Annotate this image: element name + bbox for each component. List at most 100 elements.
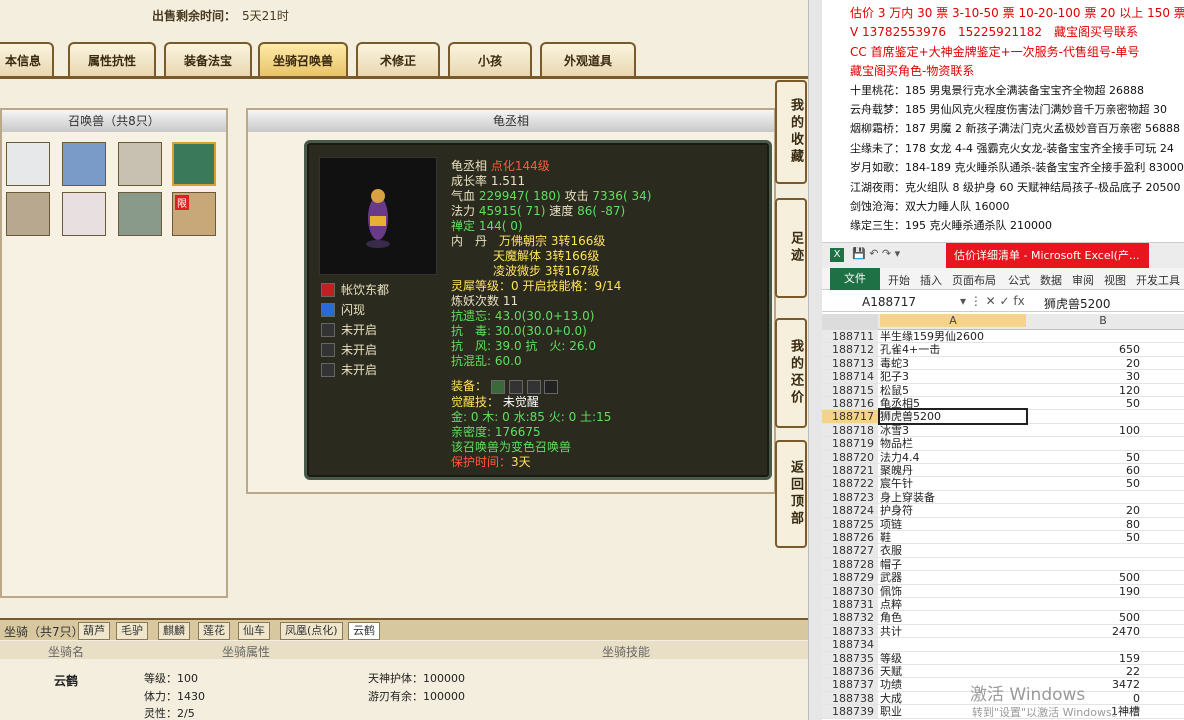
mount-tab-2[interactable]: 毛驴 [116, 622, 148, 640]
table-row[interactable]: 188727 衣服 [822, 544, 1184, 558]
cell-a[interactable]: 帽子 [880, 558, 1026, 571]
cell-a[interactable]: 点粹 [880, 598, 1026, 611]
cell-b[interactable]: 20 [1028, 504, 1140, 517]
table-row[interactable]: 188723 身上穿装备 [822, 490, 1184, 505]
cell-a[interactable]: 护身符 [880, 504, 1026, 517]
equip-slot-3-icon[interactable] [526, 379, 541, 394]
row-number[interactable]: 188717 [822, 410, 878, 423]
table-row[interactable]: 188721 聚魄丹 60 [822, 464, 1184, 478]
cell-a[interactable]: 冰雪3 [880, 424, 1026, 437]
mount-tab-1[interactable]: 葫芦 [78, 622, 110, 640]
table-row[interactable]: 188732 角色 500 [822, 611, 1184, 625]
summon-thumb-1[interactable] [6, 142, 50, 186]
pet-skill-4[interactable]: 未开启 [321, 341, 377, 358]
row-number[interactable]: 188737 [822, 678, 878, 691]
cell-b[interactable]: 2470 [1028, 625, 1140, 638]
table-row[interactable]: 188722 宸午针 50 [822, 477, 1184, 491]
cell-a[interactable]: 毒蛇3 [880, 357, 1026, 370]
row-number[interactable]: 188712 [822, 343, 878, 356]
row-number[interactable]: 188720 [822, 450, 878, 464]
cell-a[interactable]: 孔雀4+一击 [880, 343, 1026, 356]
equip-slot-2-icon[interactable] [508, 379, 523, 394]
cell-a[interactable]: 龟丞相5 [880, 397, 1026, 410]
equip-slot-4-icon[interactable] [544, 379, 559, 394]
row-number[interactable]: 188727 [822, 544, 878, 557]
mount-tab-5[interactable]: 仙车 [238, 622, 270, 640]
row-number[interactable]: 188725 [822, 517, 878, 531]
row-number[interactable]: 188733 [822, 624, 878, 638]
ribbon-developer[interactable]: 开发工具 [1136, 272, 1180, 288]
ribbon-review[interactable]: 审阅 [1072, 272, 1094, 288]
table-row[interactable]: 188735 等级 159 [822, 651, 1184, 665]
table-row[interactable]: 188726 鞋 50 [822, 531, 1184, 545]
cell-a[interactable]: 佩饰 [880, 585, 1026, 598]
ribbon-layout[interactable]: 页面布局 [952, 272, 996, 288]
cell-b[interactable]: 30 [1028, 370, 1140, 383]
quick-access-icons[interactable]: 💾 ↶ ↷ ▾ [852, 247, 900, 260]
row-number[interactable]: 188713 [822, 356, 878, 370]
select-all-corner[interactable] [822, 314, 878, 330]
col-header-a[interactable]: A [880, 314, 1026, 327]
cell-b[interactable]: 50 [1028, 397, 1140, 410]
row-number[interactable]: 188718 [822, 423, 878, 437]
my-counter-offer-button[interactable]: 我的还价 [775, 318, 807, 428]
table-row[interactable]: 188734 [822, 638, 1184, 652]
table-row[interactable]: 188717 狮虎兽5200 [822, 408, 1184, 426]
cell-b[interactable]: 190 [1028, 585, 1140, 598]
tab-equipment[interactable]: 装备法宝 [164, 42, 252, 76]
cell-b[interactable]: 120 [1028, 384, 1140, 397]
cell-b[interactable]: 50 [1028, 477, 1140, 490]
formula-input[interactable]: 狮虎兽5200 [1044, 295, 1111, 312]
cell-b[interactable]: 500 [1028, 611, 1140, 624]
pet-skill-2[interactable]: 闪现 [321, 301, 365, 318]
table-row[interactable]: 188736 天赋 22 [822, 665, 1184, 679]
table-row[interactable]: 188731 点粹 [822, 598, 1184, 612]
summon-thumb-4[interactable] [172, 142, 216, 186]
table-row[interactable]: 188716 龟丞相5 50 [822, 397, 1184, 411]
my-favorites-button[interactable]: 我的收藏 [775, 80, 807, 184]
row-number[interactable]: 188736 [822, 665, 878, 678]
row-number[interactable]: 188719 [822, 437, 878, 450]
tab-attributes[interactable]: 属性抗性 [68, 42, 156, 76]
ribbon-home[interactable]: 开始 [888, 272, 910, 288]
cell-a[interactable]: 身上穿装备 [880, 491, 1026, 504]
cell-a[interactable]: 松鼠5 [880, 384, 1026, 397]
row-number[interactable]: 188723 [822, 490, 878, 504]
row-number[interactable]: 188728 [822, 557, 878, 571]
pet-skill-3[interactable]: 未开启 [321, 321, 377, 338]
summon-thumb-8[interactable]: 限 [172, 192, 216, 236]
mount-tab-7[interactable]: 云鹤 [348, 622, 380, 640]
table-row[interactable]: 188733 共计 2470 [822, 624, 1184, 639]
table-row[interactable]: 188715 松鼠5 120 [822, 383, 1184, 397]
cell-a[interactable]: 宸午针 [880, 477, 1026, 490]
row-number[interactable]: 188711 [822, 330, 878, 343]
cell-a[interactable]: 天赋 [880, 665, 1026, 678]
row-number[interactable]: 188730 [822, 584, 878, 598]
col-header-b[interactable]: B [1028, 314, 1178, 327]
row-number[interactable]: 188716 [822, 397, 878, 410]
summon-thumb-6[interactable] [62, 192, 106, 236]
mount-tab-3[interactable]: 麒麟 [158, 622, 190, 640]
cell-b[interactable]: 80 [1028, 518, 1140, 531]
cell-a[interactable]: 物品栏 [880, 437, 1026, 450]
table-row[interactable]: 188712 孔雀4+一击 650 [822, 343, 1184, 357]
cell-a[interactable]: 聚魄丹 [880, 464, 1026, 477]
cell-b[interactable]: 20 [1028, 357, 1140, 370]
cell-b[interactable]: 50 [1028, 531, 1140, 544]
cell-a[interactable]: 共计 [880, 625, 1026, 638]
table-row[interactable]: 188724 护身符 20 [822, 504, 1184, 518]
summon-thumb-2[interactable] [62, 142, 106, 186]
table-row[interactable]: 188725 项链 80 [822, 517, 1184, 531]
row-number[interactable]: 188721 [822, 464, 878, 477]
tab-mounts-summons[interactable]: 坐骑召唤兽 [258, 42, 348, 76]
cell-b[interactable]: 500 [1028, 571, 1140, 584]
row-number[interactable]: 188726 [822, 531, 878, 544]
vertical-scrollbar[interactable] [808, 0, 822, 720]
cell-b[interactable]: 159 [1028, 652, 1140, 665]
cell-a[interactable]: 半生缘159男仙2600 [880, 330, 1026, 343]
footprint-button[interactable]: 足迹 [775, 198, 807, 298]
cell-b[interactable]: 100 [1028, 424, 1140, 437]
cell-a[interactable]: 等级 [880, 652, 1026, 665]
table-row[interactable]: 188729 武器 500 [822, 571, 1184, 585]
summon-thumb-7[interactable] [118, 192, 162, 236]
